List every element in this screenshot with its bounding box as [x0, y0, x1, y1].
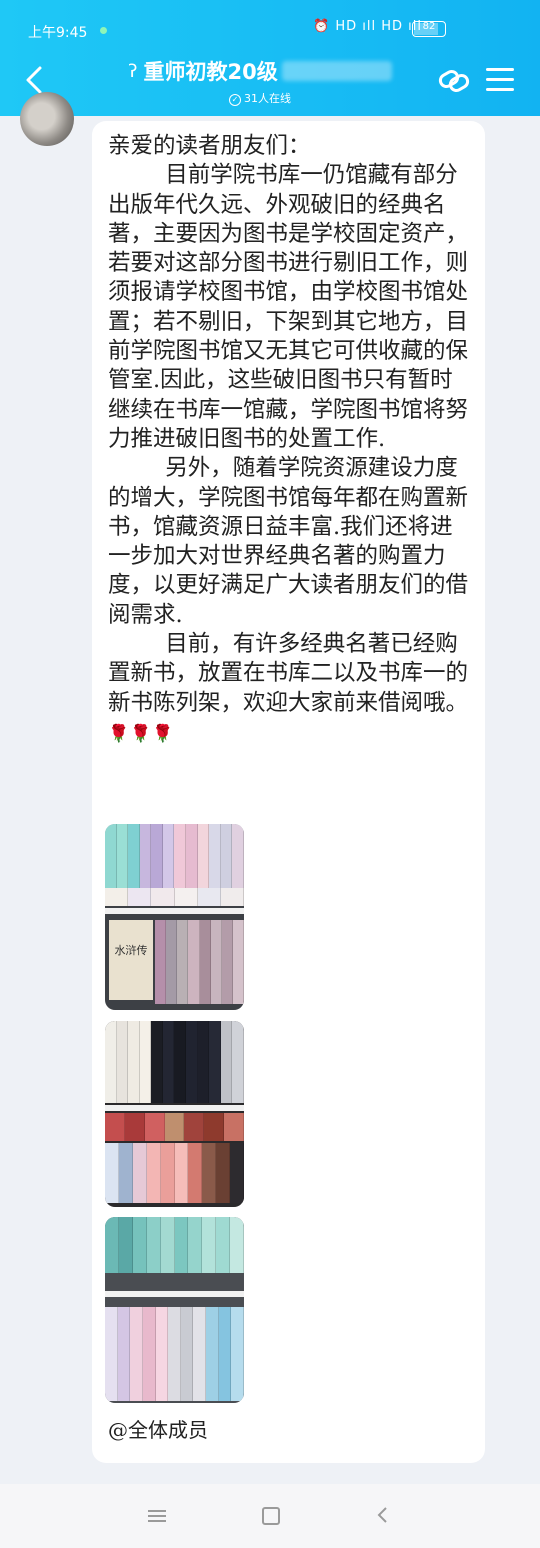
- system-nav-bar: [0, 1484, 540, 1548]
- menu-bar: [486, 78, 514, 81]
- battery-icon: 82: [412, 21, 446, 37]
- status-indicators: ⏰ HD ıll HD ıll: [313, 19, 422, 34]
- chat-title-block[interactable]: ʔ 重师初教20级 ✓ 31人在线: [110, 56, 410, 106]
- chevron-left-icon: [377, 1507, 387, 1523]
- notification-dot: [100, 27, 107, 34]
- battery-level: 82: [422, 21, 436, 32]
- book-cover-label: 水浒传: [109, 920, 153, 1000]
- rose-icon: 🌹🌹🌹: [108, 723, 175, 744]
- hamburger-menu-button[interactable]: [486, 68, 514, 92]
- message-text: 亲爱的读者朋友们： 目前学院书库一仍馆藏有部分出版年代久远、外观破旧的经典名著，…: [108, 132, 474, 749]
- status-time: 上午9:45: [28, 25, 88, 41]
- avatar[interactable]: [20, 92, 74, 146]
- share-link-button[interactable]: [436, 64, 472, 98]
- book-row: [105, 1021, 244, 1103]
- bookshelf-photo-2[interactable]: [105, 1021, 244, 1207]
- home-icon[interactable]: [262, 1507, 280, 1525]
- ear-icon: ʔ: [128, 60, 138, 82]
- chat-title: 重师初教20级: [143, 60, 278, 84]
- online-status: ✓ 31人在线: [110, 90, 410, 106]
- blurred-title-suffix: [281, 61, 392, 81]
- chat-header: 上午9:45 ⏰ HD ıll HD ıll 82 ʔ 重师初教20级 ✓ 31人在…: [0, 0, 540, 116]
- mention-all-members[interactable]: @全体成员: [108, 1414, 208, 1443]
- check-circle-icon: ✓: [229, 94, 241, 106]
- online-count: 31人在线: [244, 92, 291, 105]
- back-icon[interactable]: [376, 1506, 390, 1524]
- share-link-icon: [438, 70, 470, 92]
- message-body: 亲爱的读者朋友们： 目前学院书库一仍馆藏有部分出版年代久远、外观破旧的经典名著，…: [108, 133, 469, 716]
- menu-bar: [486, 88, 514, 91]
- menu-bar: [486, 68, 514, 71]
- bookshelf-photo-3[interactable]: [105, 1217, 244, 1403]
- bookshelf-photo-1[interactable]: 水浒传: [105, 824, 244, 1010]
- menu-icon[interactable]: [148, 1510, 166, 1522]
- book-row: [105, 824, 244, 888]
- book-row: [105, 1217, 244, 1273]
